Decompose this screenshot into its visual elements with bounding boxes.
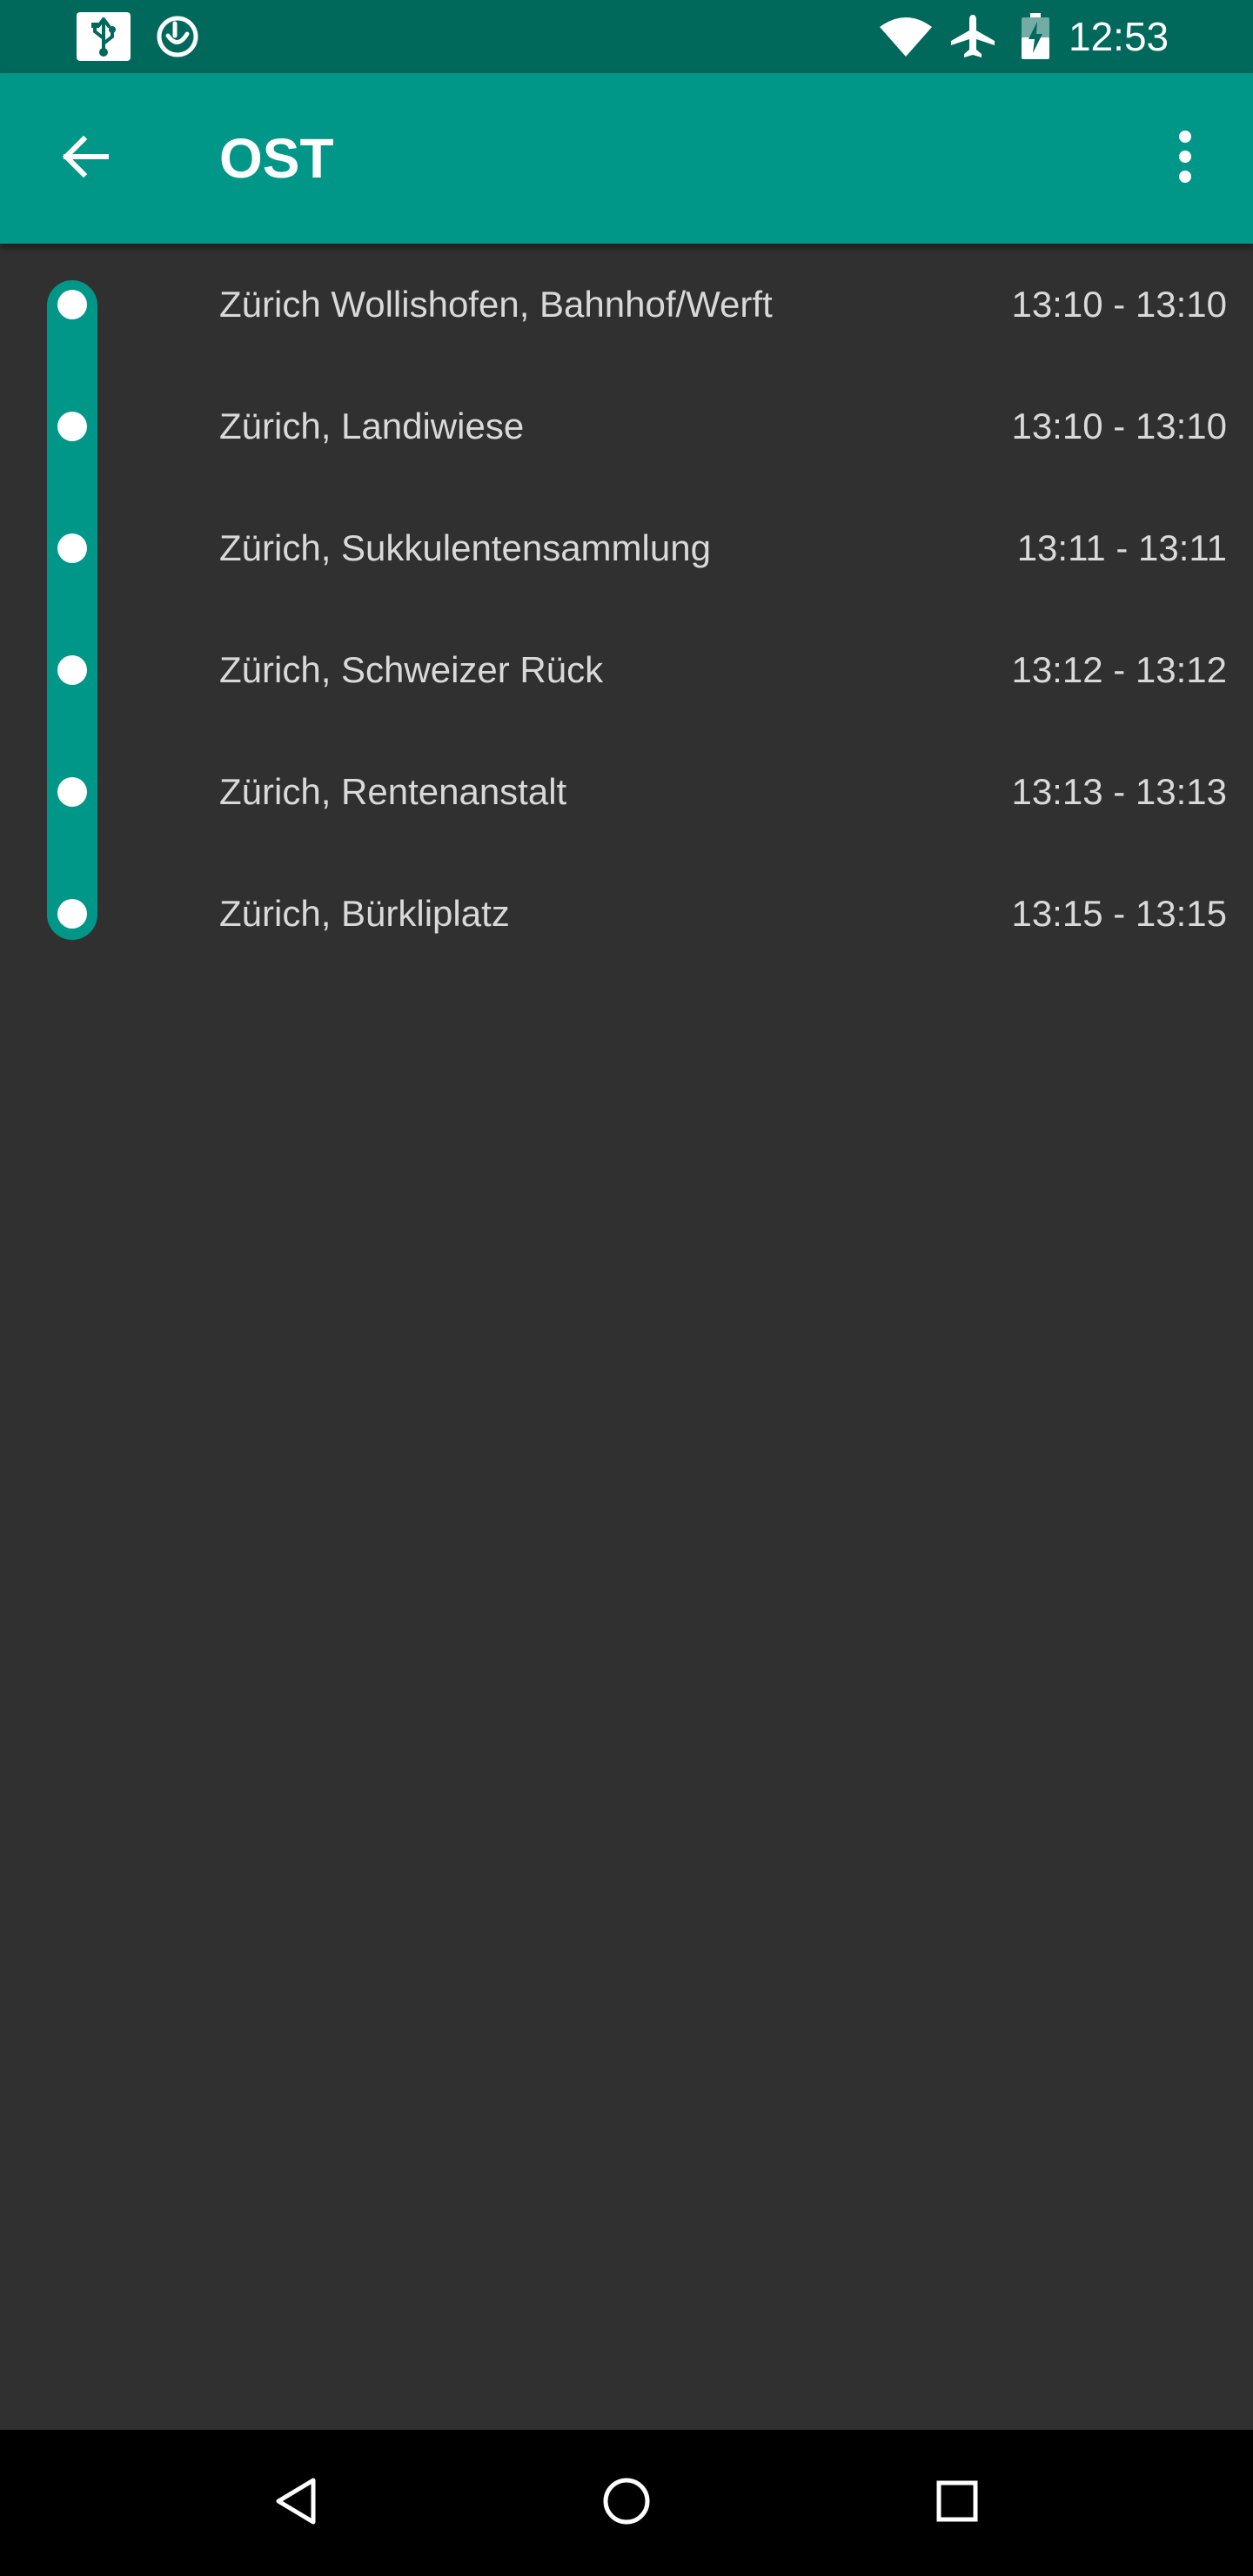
more-vert-icon <box>1176 130 1194 188</box>
stop-dot <box>57 290 87 319</box>
arrow-back-icon <box>59 131 111 187</box>
stop-dot <box>57 777 87 807</box>
status-time: 12:53 <box>1069 14 1169 59</box>
stop-name: Zürich, Bürkliplatz <box>219 893 510 934</box>
app-notification-icon <box>153 12 202 61</box>
usb-icon <box>77 12 131 61</box>
nav-recents-button[interactable] <box>914 2459 1001 2546</box>
nav-back-button[interactable] <box>252 2459 339 2546</box>
screen: 12:53 OST Zürich Wollishofen, Bahnhof/We… <box>0 0 1253 2576</box>
stop-name: Zürich, Schweizer Rück <box>219 649 604 690</box>
stop-time: 13:13 - 13:13 <box>1011 771 1227 812</box>
stop-name: Zürich, Landiwiese <box>219 406 525 446</box>
app-bar: OST <box>0 73 1253 244</box>
stop-name: Zürich, Sukkulentensammlung <box>219 527 711 568</box>
stop-time: 13:12 - 13:12 <box>1011 649 1227 690</box>
stop-row[interactable]: Zürich, Landiwiese 13:10 - 13:10 <box>0 366 1253 487</box>
stop-dot <box>57 412 87 441</box>
stop-dot <box>57 655 87 685</box>
nav-back-icon <box>273 2477 318 2530</box>
stop-dot <box>57 899 87 929</box>
status-bar: 12:53 <box>0 0 1253 73</box>
stop-time: 13:11 - 13:11 <box>1016 527 1227 568</box>
stop-time: 13:15 - 13:15 <box>1011 893 1227 934</box>
back-button[interactable] <box>44 117 127 200</box>
stop-row[interactable]: Zürich, Schweizer Rück 13:12 - 13:12 <box>0 609 1253 731</box>
airplane-mode-icon <box>947 12 999 61</box>
navigation-bar <box>0 2430 1253 2576</box>
stop-time: 13:10 - 13:10 <box>1011 406 1227 446</box>
wifi-icon <box>875 12 936 61</box>
stop-name: Zürich, Rentenanstalt <box>219 771 567 812</box>
battery-charging-icon <box>1018 12 1053 61</box>
stop-row[interactable]: Zürich, Rentenanstalt 13:13 - 13:13 <box>0 731 1253 853</box>
stop-row[interactable]: Zürich, Sukkulentensammlung 13:11 - 13:1… <box>0 487 1253 609</box>
more-options-button[interactable] <box>1143 117 1227 200</box>
nav-home-button[interactable] <box>583 2459 670 2546</box>
stop-row[interactable]: Zürich, Bürkliplatz 13:15 - 13:15 <box>0 853 1253 975</box>
nav-home-icon <box>602 2477 651 2530</box>
nav-recents-icon <box>935 2479 979 2527</box>
stop-time: 13:10 - 13:10 <box>1011 284 1227 325</box>
stop-row[interactable]: Zürich Wollishofen, Bahnhof/Werft 13:10 … <box>0 244 1253 366</box>
stop-name: Zürich Wollishofen, Bahnhof/Werft <box>219 284 773 325</box>
page-title: OST <box>219 127 334 190</box>
stop-dot <box>57 533 87 563</box>
